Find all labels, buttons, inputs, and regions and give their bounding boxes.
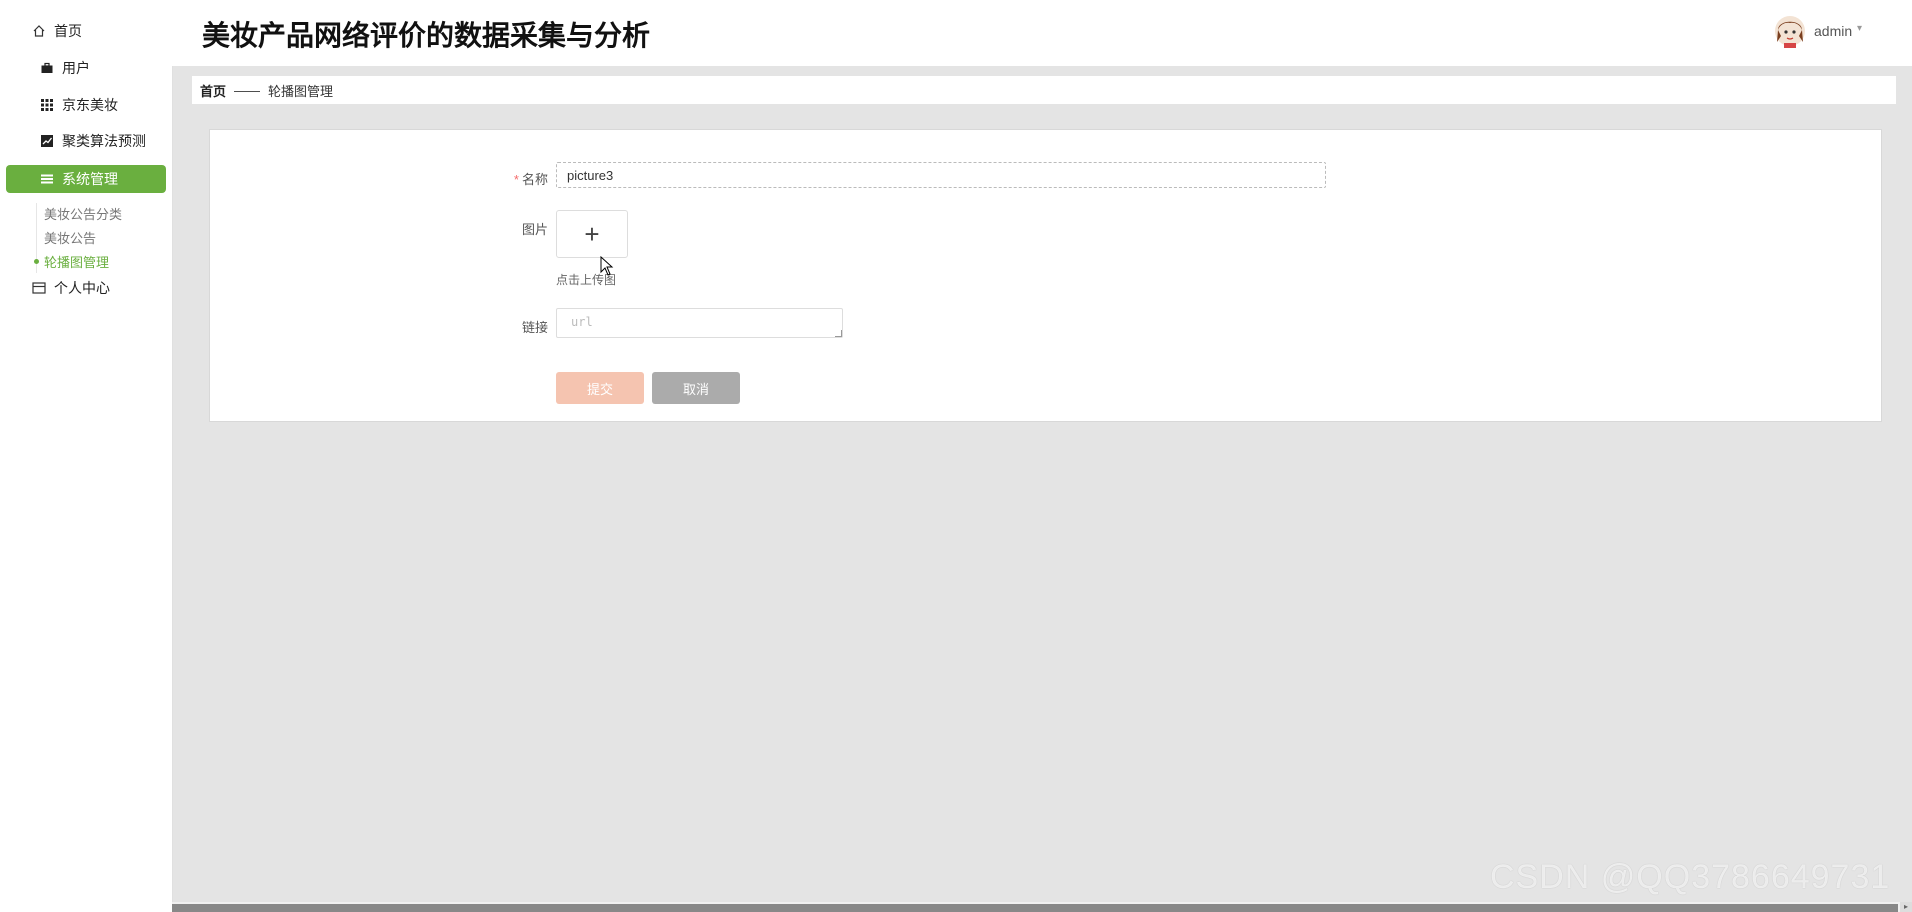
- sidebar-item-label: 京东美妆: [62, 97, 118, 113]
- resize-grip-icon[interactable]: [835, 330, 842, 337]
- sidebar-item-jd-beauty[interactable]: 京东美妆: [40, 93, 118, 117]
- sidebar-item-label: 系统管理: [62, 171, 118, 187]
- sidebar-item-home[interactable]: 首页: [32, 19, 82, 43]
- image-upload-button[interactable]: +: [556, 210, 628, 258]
- submit-button[interactable]: 提交: [556, 372, 644, 404]
- grid-icon: [40, 98, 54, 112]
- sidebar-item-label: 个人中心: [54, 280, 110, 296]
- plus-icon: +: [584, 218, 600, 249]
- sidebar-subitem-beauty-notice-category[interactable]: 美妆公告分类: [44, 204, 122, 223]
- user-name[interactable]: admin: [1814, 23, 1852, 39]
- sidebar-subitem-carousel[interactable]: 轮播图管理: [44, 252, 109, 271]
- breadcrumb-current: 轮播图管理: [268, 83, 334, 99]
- image-label: 图片: [521, 222, 548, 237]
- home-icon: [32, 24, 46, 38]
- link-label: 链接: [521, 320, 548, 335]
- sidebar-item-users[interactable]: 用户: [40, 56, 90, 80]
- mouse-cursor-icon: [600, 255, 614, 276]
- active-dot-icon: [34, 259, 39, 264]
- breadcrumb-separator: ——: [234, 82, 261, 98]
- scrollbar-thumb[interactable]: [172, 904, 1898, 912]
- breadcrumb: 首页 —— 轮播图管理: [192, 76, 1896, 104]
- app-title: 美妆产品网络评价的数据采集与分析: [202, 20, 651, 51]
- sidebar-item-system[interactable]: 系统管理: [6, 165, 166, 193]
- sidebar-item-profile[interactable]: 个人中心: [32, 276, 110, 300]
- sidebar: 首页 用户 京东美妆 聚类算法预测 系统管理 美妆公告分类 美妆公告 轮播图管理…: [0, 0, 173, 912]
- name-label-text: 名称: [521, 172, 548, 187]
- sidebar-item-label: 聚类算法预测: [62, 133, 146, 149]
- sidebar-item-label: 用户: [62, 60, 90, 76]
- sidebar-item-clustering[interactable]: 聚类算法预测: [40, 129, 146, 153]
- name-label: * 名称: [478, 169, 548, 188]
- required-mark: *: [513, 172, 519, 187]
- cancel-button[interactable]: 取消: [652, 372, 740, 404]
- name-input[interactable]: [556, 162, 1326, 188]
- scroll-right-icon[interactable]: ▸: [1900, 902, 1912, 912]
- list-icon: [40, 172, 54, 186]
- app-root: 首页 用户 京东美妆 聚类算法预测 系统管理 美妆公告分类 美妆公告 轮播图管理…: [0, 0, 1912, 912]
- chart-icon: [40, 134, 54, 148]
- card-icon: [32, 281, 46, 295]
- avatar[interactable]: [1774, 14, 1806, 48]
- breadcrumb-home[interactable]: 首页: [200, 81, 226, 100]
- briefcase-icon: [40, 61, 54, 75]
- link-input[interactable]: [556, 308, 843, 338]
- caret-down-icon[interactable]: ▾: [1857, 23, 1862, 34]
- watermark: CSDN @QQ3786649731: [1490, 858, 1891, 896]
- top-header: 美妆产品网络评价的数据采集与分析 admin ▾: [172, 0, 1912, 66]
- form-card: *名称 图片 + 点击上传图 链接 提交 取消: [209, 129, 1882, 422]
- sidebar-item-label: 首页: [54, 23, 82, 39]
- sidebar-subitem-beauty-notice[interactable]: 美妆公告: [44, 228, 96, 247]
